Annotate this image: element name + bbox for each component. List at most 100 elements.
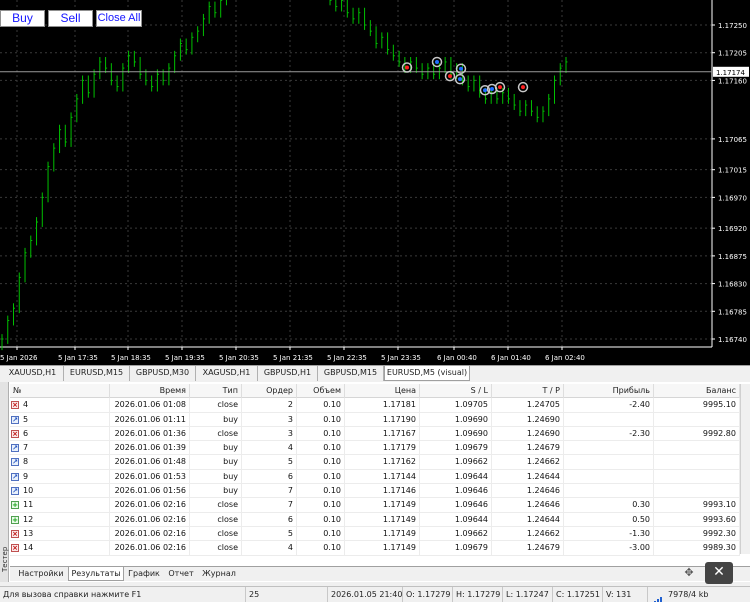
table-row[interactable]: ↗ 8 2026.01.06 01:48 buy 5 0.10 1.17162 1.09662… [10, 455, 740, 470]
column-header[interactable]: T / P [492, 384, 564, 398]
buy-button[interactable]: Buy [0, 10, 45, 27]
y-tick-label: 1.17065 [718, 136, 747, 144]
status-traffic: 7978/4 kb [668, 590, 709, 599]
cell-balance: 9992.30 [654, 526, 740, 541]
cell-sl: 1.09705 [420, 398, 492, 413]
table-row[interactable]: × 13 2026.01.06 02:16 close 5 0.10 1.17149 1.09… [10, 526, 740, 542]
cell-n: ↗ 9 [10, 469, 110, 484]
cell-order: 2 [242, 398, 297, 413]
column-header[interactable]: Цена [345, 384, 420, 398]
column-header[interactable]: Тип [190, 384, 242, 398]
symbol-tab[interactable]: XAGUSD,H1 [196, 366, 258, 381]
table-row[interactable]: × 6 2026.01.06 01:36 close 3 0.10 1.17167 1.096… [10, 426, 740, 442]
x-tick-label: 6 Jan 01:40 [491, 354, 531, 362]
trade-marker-close [448, 74, 452, 79]
cell-sl: 1.09690 [420, 412, 492, 427]
buy-icon: ↗ [11, 458, 19, 467]
cell-tp: 1.24644 [492, 469, 564, 484]
cell-order: 7 [242, 498, 297, 513]
cell-volume: 0.10 [297, 455, 345, 470]
table-row[interactable]: ↗ 9 2026.01.06 01:53 buy 6 0.10 1.17144 1.09644… [10, 469, 740, 485]
row-number: 9 [23, 471, 29, 481]
cell-type: buy [190, 441, 242, 456]
x-tick-label: 6 Jan 02:40 [545, 354, 585, 362]
row-number: 10 [23, 486, 34, 496]
column-header[interactable]: Баланс [654, 384, 740, 398]
table-row[interactable]: ↗ 7 2026.01.06 01:39 buy 4 0.10 1.17179 1.09679… [10, 441, 740, 456]
connection-icon [651, 590, 665, 602]
cell-order: 3 [242, 426, 297, 441]
cell-price: 1.17162 [345, 455, 420, 470]
table-row[interactable]: +12 2026.01.06 02:16 close 6 0.10 1.17149 1.09… [10, 512, 740, 527]
cell-profit [564, 441, 654, 456]
cell-tp: 1.24644 [492, 512, 564, 527]
column-header[interactable]: Ордер [242, 384, 297, 398]
tester-tab[interactable]: Настройки [14, 567, 68, 581]
tester-label: Тестер [1, 546, 9, 572]
column-header[interactable]: Прибыль [564, 384, 654, 398]
cell-volume: 0.10 [297, 484, 345, 499]
trade-marker-buy [459, 66, 463, 71]
trade-marker-close [498, 85, 502, 90]
y-tick-label: 1.17160 [718, 77, 747, 85]
symbol-tab[interactable]: GBPUSD,M15 [318, 366, 384, 381]
y-tick-label: 1.17250 [718, 22, 747, 30]
cell-order: 6 [242, 512, 297, 527]
symbol-tab[interactable]: GBPUSD,M30 [130, 366, 196, 381]
row-number: 14 [23, 543, 34, 553]
x-tick-label: 5 Jan 19:35 [165, 354, 205, 362]
y-tick-label: 1.16875 [718, 253, 747, 261]
tester-tab[interactable]: Журнал [198, 567, 240, 581]
tester-tab[interactable]: Отчет [164, 567, 198, 581]
symbol-tab[interactable]: XAUUSD,H1 [2, 366, 64, 381]
cell-sl: 1.09662 [420, 455, 492, 470]
close-all-button[interactable]: Close All [96, 10, 142, 27]
table-row[interactable]: × 14 2026.01.06 02:16 close 4 0.10 1.17149 1.09… [10, 541, 740, 556]
cell-order: 3 [242, 412, 297, 427]
cell-sl: 1.09679 [420, 541, 492, 556]
cell-volume: 0.10 [297, 412, 345, 427]
cell-volume: 0.10 [297, 398, 345, 413]
chart-canvas[interactable]: 1.17250 1.17205 1.17160 1.17065 1.17015 1.169… [0, 0, 750, 365]
table-row[interactable]: ↗ 10 2026.01.06 01:56 buy 7 0.10 1.17146 1.0964… [10, 484, 740, 499]
y-tick-label: 1.17205 [718, 50, 747, 58]
move-icon[interactable]: ✥ [680, 565, 698, 581]
column-header[interactable]: Время [110, 384, 190, 398]
cell-type: close [190, 512, 242, 527]
tester-tab[interactable]: Результаты [68, 567, 124, 581]
symbol-tab[interactable]: EURUSD,M15 [64, 366, 130, 381]
symbol-tab[interactable]: GBPUSD,H1 [258, 366, 318, 381]
symbol-tab[interactable]: EURUSD,M5 (visual) [384, 366, 470, 381]
status-help: Для вызова справки нажмите F1 [3, 590, 142, 599]
table-row[interactable]: × 4 2026.01.06 01:08 close 2 0.10 1.17181 1.097… [10, 398, 740, 413]
tester-tab[interactable]: График [124, 567, 164, 581]
status-connection[interactable]: 7978/4 kb [647, 587, 750, 602]
column-header[interactable]: S / L [420, 384, 492, 398]
cell-type: buy [190, 469, 242, 484]
column-header[interactable]: № [10, 384, 110, 398]
table-row[interactable]: ↗ 5 2026.01.06 01:11 buy 3 0.10 1.17190 1.09690… [10, 412, 740, 427]
vertical-scrollbar[interactable] [740, 384, 750, 554]
close-icon: + [11, 515, 19, 524]
close-panel-button[interactable]: ✕ [705, 562, 733, 584]
x-tick-label: 5 Jan 21:35 [273, 354, 313, 362]
results-table: № Время Тип Ордер Объем Цена S / LT / P Прибыль… [10, 384, 740, 556]
sell-button[interactable]: Sell [48, 10, 93, 27]
cell-n: × 14 [10, 541, 110, 556]
cell-time: 2026.01.06 02:16 [110, 498, 190, 513]
column-header[interactable]: Объем [297, 384, 345, 398]
row-number: 12 [23, 514, 34, 524]
cell-time: 2026.01.06 01:48 [110, 455, 190, 470]
row-number: 8 [23, 457, 29, 467]
trade-marker-buy [458, 77, 462, 82]
status-low: L: 1.17247 [502, 587, 552, 602]
buy-icon: ↗ [11, 472, 19, 481]
price-chart[interactable]: 1.17250 1.17205 1.17160 1.17065 1.17015 1.169… [0, 0, 750, 365]
cell-sl: 1.09679 [420, 441, 492, 456]
cell-type: close [190, 526, 242, 541]
cell-time: 2026.01.06 01:56 [110, 484, 190, 499]
cell-balance: 9993.10 [654, 498, 740, 513]
cell-time: 2026.01.06 01:08 [110, 398, 190, 413]
cell-type: close [190, 541, 242, 556]
table-row[interactable]: +11 2026.01.06 02:16 close 7 0.10 1.17149 1.09… [10, 498, 740, 513]
